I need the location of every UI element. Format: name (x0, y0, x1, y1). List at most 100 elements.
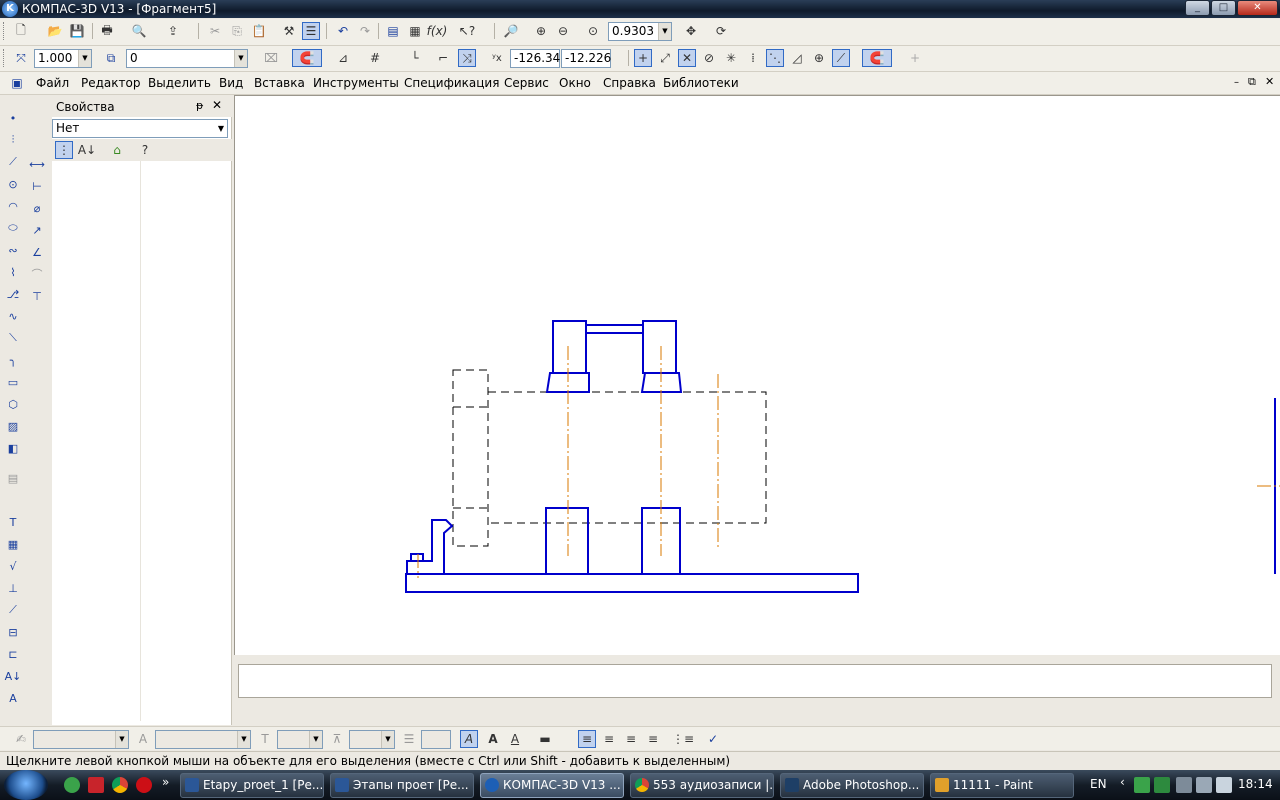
justify-icon[interactable]: ≡ (644, 730, 662, 748)
param-icon[interactable]: ⌧ (262, 49, 280, 67)
snap-center-icon[interactable]: ⊕ (810, 49, 828, 67)
menu-tools[interactable]: Инструменты (313, 76, 399, 90)
section-icon[interactable]: ⊏ (4, 645, 22, 663)
arc-dim-icon[interactable]: ⌒ (28, 265, 46, 283)
adobe-reader-icon[interactable] (88, 777, 104, 793)
chevron-down-icon[interactable]: ▼ (218, 120, 224, 137)
height-mark-icon[interactable]: ⊤ (28, 287, 46, 305)
tree-icon[interactable]: ☰ (302, 22, 320, 40)
point-tool-icon[interactable]: • (4, 109, 22, 127)
print-icon[interactable]: 🖶 (98, 22, 116, 40)
snap-magnet-icon[interactable]: 🧲 (292, 49, 322, 67)
bezier-icon[interactable]: ∿ (4, 307, 22, 325)
roughness-icon[interactable]: √ (4, 557, 22, 575)
snap-on-curve-icon[interactable]: ⟋ (832, 49, 850, 67)
align-right-icon[interactable]: ≡ (622, 730, 640, 748)
zoom-frame-icon[interactable]: 🔎 (502, 22, 520, 40)
fillet-icon[interactable]: ╮ (4, 351, 22, 369)
maximize-button[interactable]: □ (1211, 0, 1236, 16)
network-icon[interactable] (1176, 777, 1192, 793)
tray-expand-icon[interactable]: ‹ (1120, 775, 1125, 789)
property-bar[interactable] (238, 664, 1272, 698)
arc-icon[interactable]: ◠ (4, 197, 22, 215)
zoom-in-icon[interactable]: ⊕ (532, 22, 550, 40)
coord-y-field[interactable]: -12.226 (561, 49, 611, 68)
undo-icon[interactable]: ↶ (334, 22, 352, 40)
mark-icon[interactable]: A (4, 689, 22, 707)
snap-point-icon[interactable]: + (634, 49, 652, 67)
snap-intersection-icon[interactable]: ✕ (678, 49, 696, 67)
snap-magnet-2-icon[interactable]: 🧲 (862, 49, 892, 67)
export-icon[interactable]: ⇪ (164, 22, 182, 40)
bold-icon[interactable]: A (484, 730, 502, 748)
menu-service[interactable]: Сервис (504, 76, 549, 90)
menu-insert[interactable]: Вставка (254, 76, 305, 90)
text-color-icon[interactable]: ▬ (536, 730, 554, 748)
start-button[interactable] (4, 770, 48, 800)
save-icon[interactable]: 💾 (68, 22, 86, 40)
rectangle-icon[interactable]: ▭ (4, 373, 22, 391)
underline-icon[interactable]: A (506, 730, 524, 748)
menu-help[interactable]: Справка (603, 76, 656, 90)
ortho-mode-icon[interactable]: ⌐ (434, 49, 452, 67)
fragment-drawing[interactable] (235, 96, 1280, 656)
zoom-all-icon[interactable]: ⊙ (584, 22, 602, 40)
align-center-icon[interactable]: ≡ (600, 730, 618, 748)
refresh-props-icon[interactable]: ⌂ (108, 141, 126, 159)
taskbar-item[interactable]: 553 аудиозаписи |... (630, 773, 774, 798)
chevron-down-icon[interactable]: ▼ (78, 50, 91, 67)
cut-icon[interactable]: ✂ (206, 22, 224, 40)
polygon-icon[interactable]: ⬡ (4, 395, 22, 413)
snap-grid-icon[interactable]: ⁞ (744, 49, 762, 67)
fill-icon[interactable]: ◧ (4, 439, 22, 457)
chevron-down-icon[interactable]: ▼ (234, 50, 247, 67)
display-icon[interactable] (1196, 777, 1212, 793)
chamfer-icon[interactable]: ⟍ (4, 329, 22, 347)
copy-icon[interactable]: ⎘ (228, 22, 246, 40)
menu-window[interactable]: Окно (559, 76, 591, 90)
menu-specification[interactable]: Спецификация (404, 76, 499, 90)
utorrent-icon[interactable] (64, 777, 80, 793)
zoom-out-icon[interactable]: ⊖ (554, 22, 572, 40)
base-icon[interactable]: ⊥ (4, 579, 22, 597)
new-document-icon[interactable]: 🗋 (12, 22, 30, 40)
snap-end-icon[interactable]: ⤢ (656, 49, 674, 67)
table-tool-icon[interactable]: ▦ (4, 535, 22, 553)
chevron-down-icon[interactable]: ▼ (237, 731, 250, 748)
ellipse-icon[interactable]: ⬭ (4, 219, 22, 237)
point-icon[interactable]: + (906, 49, 924, 67)
library-icon[interactable]: ▦ (406, 22, 424, 40)
grid-icon[interactable]: # (366, 49, 384, 67)
snap-tangent-icon[interactable]: ⊘ (700, 49, 718, 67)
segment-icon[interactable]: ⟋ (4, 153, 22, 171)
chevron-down-icon[interactable]: ▼ (115, 731, 128, 748)
taskbar-item[interactable]: КОМПАС-3D V13 ... (480, 773, 624, 798)
open-folder-icon[interactable]: 📂 (46, 22, 64, 40)
object-selector[interactable]: Нет ▼ (52, 119, 228, 138)
snap-angle-icon[interactable]: ⋱ (766, 49, 784, 67)
manager-icon[interactable]: ▤ (384, 22, 402, 40)
redo-icon[interactable]: ↷ (356, 22, 374, 40)
menu-select[interactable]: Выделить (148, 76, 211, 90)
clock[interactable]: 18:14 (1238, 777, 1273, 791)
layer-combo[interactable]: 0 ▼ (126, 49, 248, 68)
circle-icon[interactable]: ⊙ (4, 175, 22, 193)
drawing-canvas[interactable] (234, 95, 1280, 655)
spline-icon[interactable]: ∾ (4, 241, 22, 259)
diameter-dim-icon[interactable]: ⌀ (28, 199, 46, 217)
refresh-icon[interactable]: ⟳ (712, 22, 730, 40)
properties-icon[interactable]: ⚒ (280, 22, 298, 40)
polyline-icon[interactable]: ⌇ (4, 263, 22, 281)
coord-x-field[interactable]: -126.34 (510, 49, 560, 68)
menu-editor[interactable]: Редактор (81, 76, 140, 90)
tray-app-icon[interactable] (1134, 777, 1150, 793)
doc-minimize-button[interactable]: – (1234, 77, 1239, 88)
pan-icon[interactable]: ✥ (682, 22, 700, 40)
doc-restore-button[interactable]: ⧉ (1248, 75, 1256, 89)
more-arrow-icon[interactable]: » (162, 775, 169, 789)
volume-icon[interactable] (1216, 777, 1232, 793)
menu-file[interactable]: Файл (36, 76, 69, 90)
chevron-down-icon[interactable]: ▼ (381, 731, 394, 748)
narrow-combo[interactable]: ▼ (349, 730, 395, 749)
tolerance-icon[interactable]: ⊟ (4, 623, 22, 641)
